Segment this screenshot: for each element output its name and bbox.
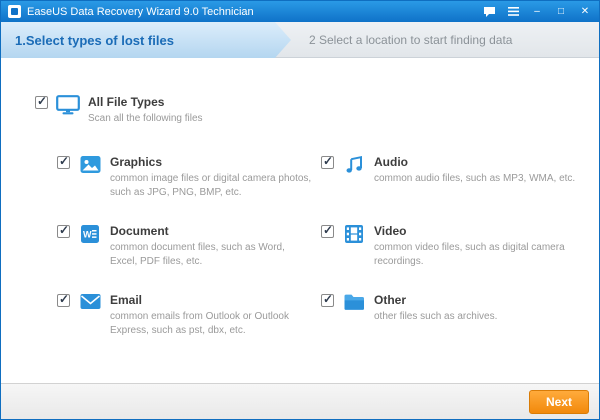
minimize-icon[interactable]: – — [530, 5, 544, 19]
window-title: EaseUS Data Recovery Wizard 9.0 Technici… — [27, 5, 254, 18]
svg-text:W: W — [83, 230, 92, 240]
category-other: Other other files such as archives. — [321, 292, 577, 362]
next-button[interactable]: Next — [528, 390, 589, 414]
category-title: Graphics — [110, 155, 163, 169]
window-controls: – □ ✕ — [482, 5, 592, 19]
category-column-right: Audio common audio files, such as MP3, W… — [321, 154, 577, 362]
step-2-select-location: 2 Select a location to start finding dat… — [309, 22, 512, 58]
category-desc: common video files, such as digital came… — [374, 242, 565, 267]
checkbox-other[interactable] — [321, 292, 334, 307]
menu-icon[interactable] — [506, 5, 520, 19]
chat-icon[interactable] — [482, 5, 496, 19]
checkbox-email[interactable] — [57, 292, 70, 307]
checkbox-document[interactable] — [57, 223, 70, 238]
all-file-types-title: All File Types — [88, 95, 165, 109]
app-logo-icon — [8, 5, 21, 18]
close-icon[interactable]: ✕ — [578, 5, 592, 19]
category-title: Email — [110, 293, 143, 307]
category-desc: common audio files, such as MP3, WMA, et… — [374, 173, 576, 184]
step-1-select-types: 1.Select types of lost files — [1, 22, 291, 58]
wizard-steps: 1.Select types of lost files 2 Select a … — [1, 22, 599, 58]
step-2-label: 2 Select a location to start finding dat… — [309, 33, 513, 47]
all-file-types-row: All File Types Scan all the following fi… — [35, 94, 203, 126]
footer-bar: Next — [1, 383, 599, 419]
category-audio: Audio common audio files, such as MP3, W… — [321, 154, 577, 224]
category-desc: common emails from Outlook or Outlook Ex… — [110, 311, 289, 336]
content-area: All File Types Scan all the following fi… — [1, 59, 599, 383]
step-1-label: 1.Select types of lost files — [15, 32, 174, 48]
checkbox-all-file-types[interactable] — [35, 94, 48, 109]
category-email: Email common emails from Outlook or Outl… — [57, 292, 313, 362]
category-title: Other — [374, 293, 407, 307]
titlebar: EaseUS Data Recovery Wizard 9.0 Technici… — [1, 1, 599, 22]
audio-icon — [342, 155, 366, 175]
video-icon — [342, 224, 366, 244]
category-title: Video — [374, 224, 407, 238]
category-desc: common document files, such as Word, Exc… — [110, 242, 285, 267]
category-desc: other files such as archives. — [374, 311, 498, 322]
checkbox-audio[interactable] — [321, 154, 334, 169]
document-icon: W — [78, 224, 102, 244]
graphics-icon — [78, 155, 102, 174]
category-video: Video common video files, such as digita… — [321, 223, 577, 293]
app-window: EaseUS Data Recovery Wizard 9.0 Technici… — [0, 0, 600, 420]
category-desc: common image files or digital camera pho… — [110, 173, 312, 198]
checkbox-graphics[interactable] — [57, 154, 70, 169]
checkbox-video[interactable] — [321, 223, 334, 238]
category-column-left: Graphics common image files or digital c… — [57, 154, 313, 362]
category-title: Document — [110, 224, 169, 238]
email-icon — [78, 293, 102, 310]
monitor-icon — [56, 95, 80, 115]
maximize-icon[interactable]: □ — [554, 5, 568, 19]
category-title: Audio — [374, 155, 408, 169]
category-graphics: Graphics common image files or digital c… — [57, 154, 313, 224]
other-icon — [342, 293, 366, 311]
all-file-types-desc: Scan all the following files — [88, 113, 203, 124]
category-document: W Document common document files, such a… — [57, 223, 313, 293]
